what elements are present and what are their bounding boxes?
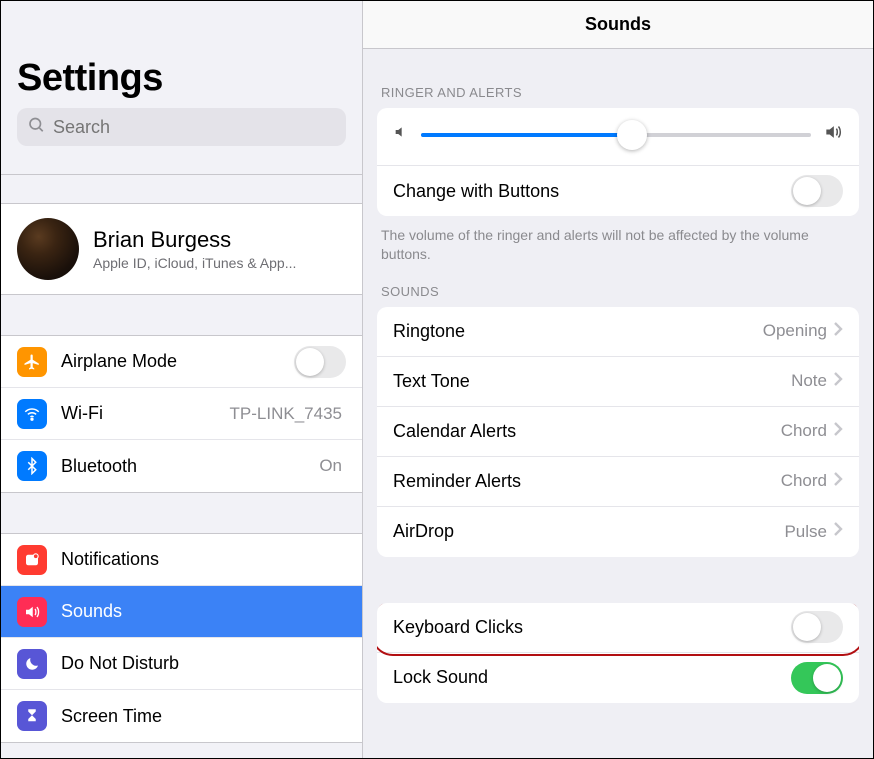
volume-slider[interactable] [421,133,811,137]
profile-subtitle: Apple ID, iCloud, iTunes & App... [93,255,296,271]
detail-body: RINGER AND ALERTS Change with Buttons [363,49,873,758]
sounds-label: Sounds [61,601,122,622]
airdrop-value: Pulse [784,522,827,542]
sounds-card: Ringtone Opening Text Tone Note Calendar… [377,307,859,557]
sidebar-item-bluetooth[interactable]: Bluetooth On [1,440,362,492]
hourglass-icon [17,701,47,731]
reminder-value: Chord [781,471,827,491]
system-sounds-card: Keyboard Clicks Lock Sound [377,603,859,703]
avatar [17,218,79,280]
volume-high-icon [823,122,843,147]
sidebar-header: Settings [1,1,362,156]
lock-sound-label: Lock Sound [393,667,488,688]
calendar-value: Chord [781,421,827,441]
sounds-section-label: SOUNDS [381,284,855,299]
system-group: Notifications Sounds Do Not Disturb Scre… [1,533,362,743]
volume-slider-row [377,108,859,166]
ringer-section-label: RINGER AND ALERTS [381,85,855,100]
chevron-right-icon [833,421,843,442]
sidebar-item-screentime[interactable]: Screen Time [1,690,362,742]
airplane-label: Airplane Mode [61,351,177,372]
divider [1,174,362,175]
texttone-label: Text Tone [393,371,470,392]
ringtone-row[interactable]: Ringtone Opening [377,307,859,357]
profile-name: Brian Burgess [93,227,296,253]
profile-row[interactable]: Brian Burgess Apple ID, iCloud, iTunes &… [1,203,362,295]
calendar-row[interactable]: Calendar Alerts Chord [377,407,859,457]
calendar-label: Calendar Alerts [393,421,516,442]
search-field[interactable] [17,108,346,146]
change-with-buttons-toggle[interactable] [791,175,843,207]
chevron-right-icon [833,321,843,342]
detail-pane: Sounds RINGER AND ALERTS [363,1,873,758]
slider-thumb[interactable] [617,120,647,150]
keyboard-clicks-toggle[interactable] [791,611,843,643]
search-input[interactable] [17,108,346,146]
keyboard-clicks-row[interactable]: Keyboard Clicks [377,603,859,653]
change-with-buttons-row[interactable]: Change with Buttons [377,166,859,216]
sidebar-item-dnd[interactable]: Do Not Disturb [1,638,362,690]
wifi-icon [17,399,47,429]
lock-sound-row[interactable]: Lock Sound [377,653,859,703]
moon-icon [17,649,47,679]
sounds-icon [17,597,47,627]
slider-fill [421,133,632,137]
chevron-right-icon [833,371,843,392]
lock-sound-toggle[interactable] [791,662,843,694]
notifications-label: Notifications [61,549,159,570]
detail-header: Sounds [363,1,873,49]
wifi-label: Wi-Fi [61,403,103,424]
wifi-value: TP-LINK_7435 [230,404,346,424]
change-with-buttons-label: Change with Buttons [393,181,559,202]
chevron-right-icon [833,471,843,492]
settings-app: Settings Brian Burgess Apple ID, iCloud,… [0,0,874,759]
keyboard-clicks-label: Keyboard Clicks [393,617,523,638]
sidebar-item-airplane[interactable]: Airplane Mode [1,336,362,388]
ringtone-label: Ringtone [393,321,465,342]
search-icon [27,116,45,139]
settings-title: Settings [17,57,346,100]
bluetooth-icon [17,451,47,481]
volume-low-icon [393,124,409,145]
profile-text: Brian Burgess Apple ID, iCloud, iTunes &… [93,227,296,271]
airplane-toggle[interactable] [294,346,346,378]
texttone-value: Note [791,371,827,391]
ringer-card: Change with Buttons [377,108,859,216]
texttone-row[interactable]: Text Tone Note [377,357,859,407]
connectivity-group: Airplane Mode Wi-Fi TP-LINK_7435 Bluetoo… [1,335,362,493]
reminder-label: Reminder Alerts [393,471,521,492]
sidebar-item-sounds[interactable]: Sounds [1,586,362,638]
sidebar: Settings Brian Burgess Apple ID, iCloud,… [1,1,363,758]
airdrop-label: AirDrop [393,521,454,542]
airdrop-row[interactable]: AirDrop Pulse [377,507,859,557]
sidebar-item-wifi[interactable]: Wi-Fi TP-LINK_7435 [1,388,362,440]
airplane-icon [17,347,47,377]
sidebar-item-notifications[interactable]: Notifications [1,534,362,586]
reminder-row[interactable]: Reminder Alerts Chord [377,457,859,507]
bluetooth-label: Bluetooth [61,456,137,477]
bluetooth-value: On [319,456,346,476]
notifications-icon [17,545,47,575]
ringtone-value: Opening [763,321,827,341]
chevron-right-icon [833,521,843,542]
screentime-label: Screen Time [61,706,162,727]
dnd-label: Do Not Disturb [61,653,179,674]
ringer-footer-text: The volume of the ringer and alerts will… [377,216,859,264]
page-title: Sounds [585,14,651,35]
